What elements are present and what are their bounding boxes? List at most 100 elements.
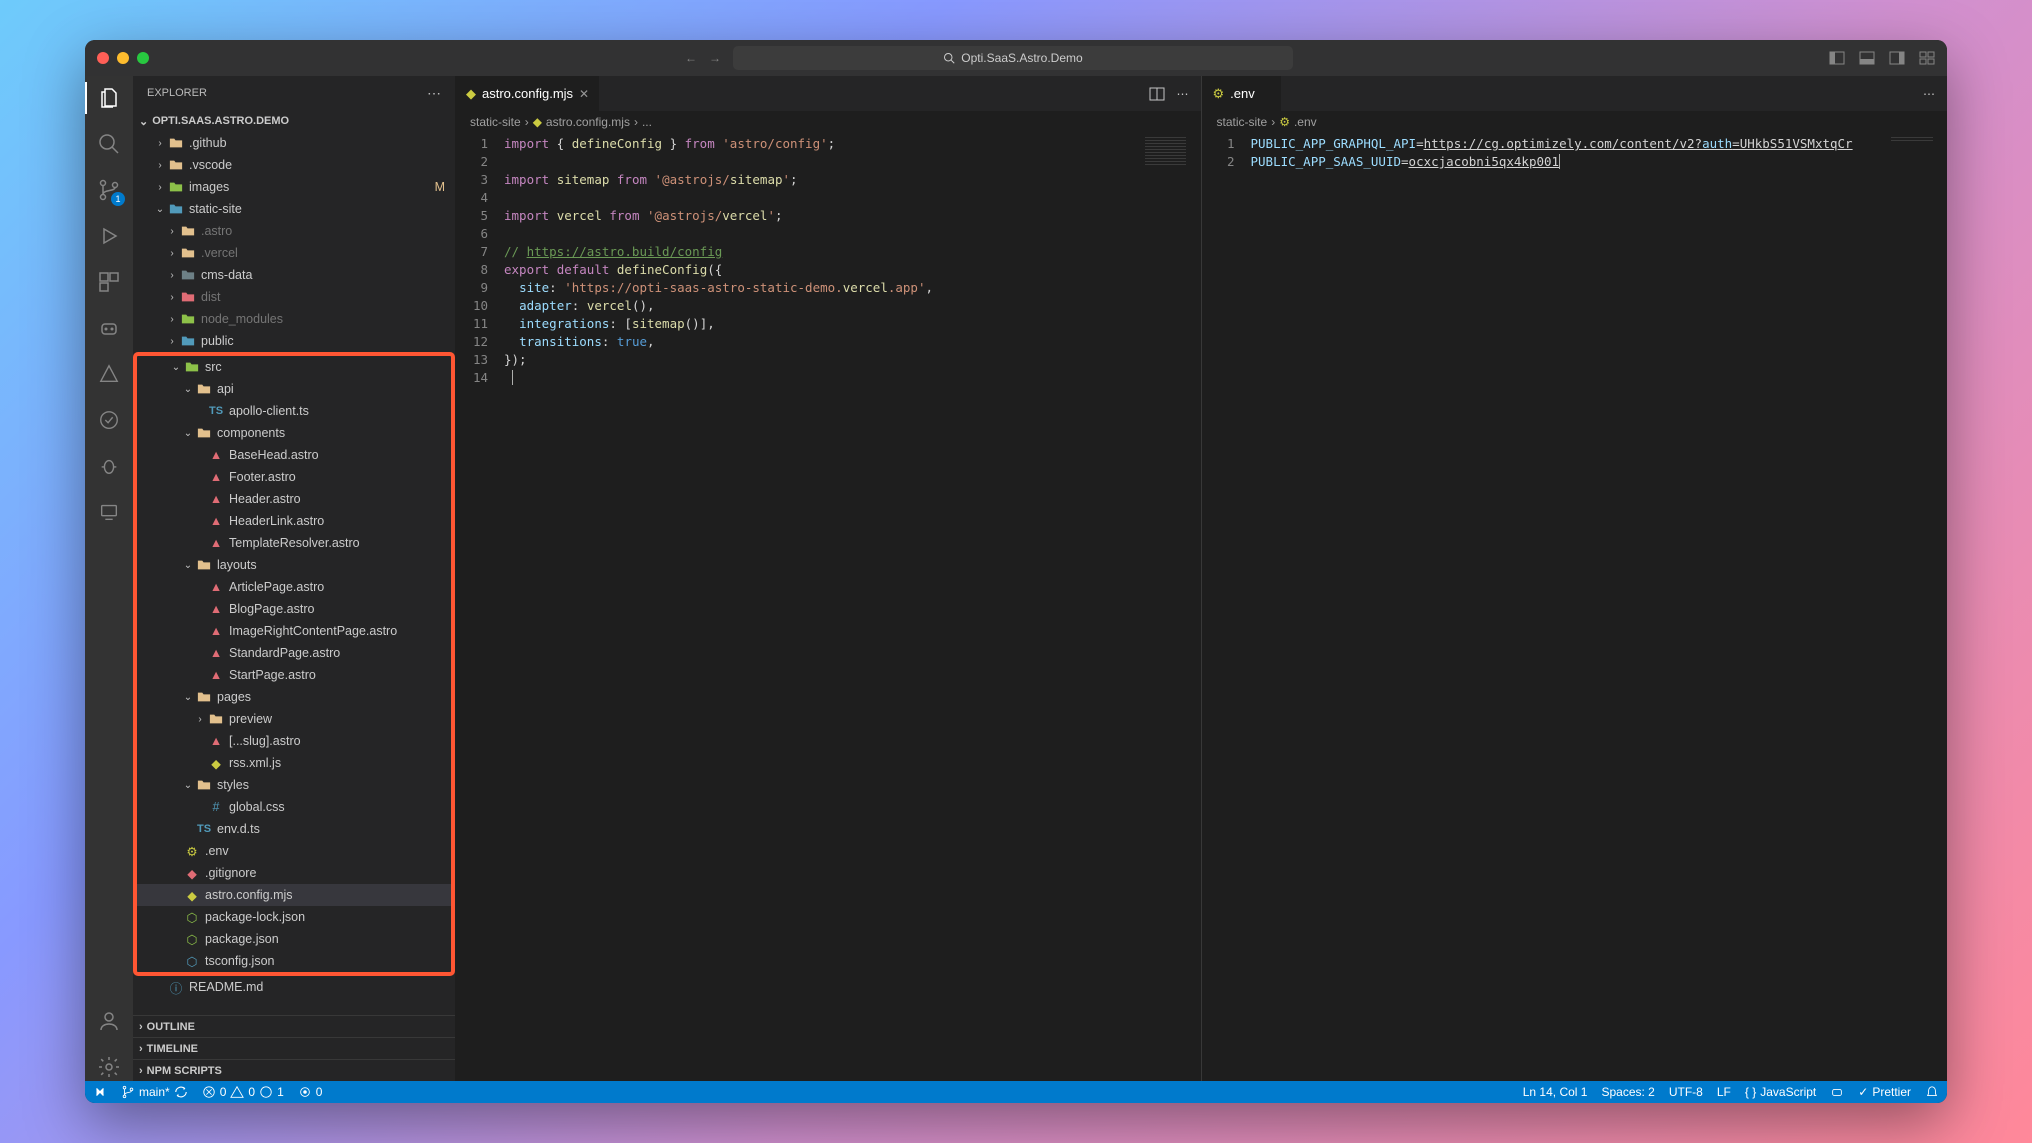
folder-item[interactable]: ⌄components (137, 422, 451, 444)
accounts-activity[interactable] (95, 1007, 123, 1035)
outline-section[interactable]: › OUTLINE (133, 1015, 455, 1037)
notifications[interactable] (1925, 1085, 1939, 1099)
folder-item[interactable]: ›public (133, 330, 455, 352)
file-item[interactable]: TSenv.d.ts (137, 818, 451, 840)
prettier-status[interactable]: ✓ Prettier (1858, 1085, 1911, 1099)
close-window[interactable] (97, 52, 109, 64)
folder-item[interactable]: ⌄static-site (133, 198, 455, 220)
layout-sidebar-right-icon[interactable] (1889, 50, 1905, 66)
file-item[interactable]: ◆astro.config.mjs (137, 884, 451, 906)
folder-item[interactable]: ›dist (133, 286, 455, 308)
code-editor-right[interactable]: 12 PUBLIC_APP_GRAPHQL_API=https://cg.opt… (1203, 133, 1948, 1081)
file-item[interactable]: ▲Header.astro (137, 488, 451, 510)
layout-panel-icon[interactable] (1859, 50, 1875, 66)
check-circle-icon (98, 409, 120, 431)
bug-activity[interactable] (95, 452, 123, 480)
folder-item[interactable]: ›preview (137, 708, 451, 730)
sidebar: EXPLORER ⋯ ⌄ OPTI.SAAS.ASTRO.DEMO ›.gith… (133, 76, 455, 1081)
file-item[interactable]: ◆.gitignore (137, 862, 451, 884)
folder-item[interactable]: ›imagesM (133, 176, 455, 198)
chevron-right-icon: › (139, 1065, 143, 1077)
tab-env[interactable]: ⚙ .env ✕ (1203, 76, 1282, 111)
cursor-position[interactable]: Ln 14, Col 1 (1523, 1085, 1588, 1099)
file-item[interactable]: ▲StandardPage.astro (137, 642, 451, 664)
copilot-status[interactable] (1830, 1085, 1844, 1099)
git-branch-icon (121, 1085, 135, 1099)
folder-item[interactable]: ⌄layouts (137, 554, 451, 576)
layout-customize-icon[interactable] (1919, 50, 1935, 66)
folder-item[interactable]: ›.astro (133, 220, 455, 242)
npm-scripts-section[interactable]: › NPM SCRIPTS (133, 1059, 455, 1081)
file-item[interactable]: ⓘREADME.md (133, 976, 455, 998)
file-item[interactable]: ▲Footer.astro (137, 466, 451, 488)
breadcrumb-left[interactable]: static-site› ◆ astro.config.mjs› ... (456, 111, 1201, 133)
code-editor-left[interactable]: 1234567891011121314 import { defineConfi… (456, 133, 1201, 1081)
breadcrumb-right[interactable]: static-site› ⚙ .env (1203, 111, 1948, 133)
folder-item[interactable]: ⌄src (137, 356, 451, 378)
command-center[interactable]: Opti.SaaS.Astro.Demo (733, 46, 1293, 70)
folder-item[interactable]: ›.github (133, 132, 455, 154)
command-center-title: Opti.SaaS.Astro.Demo (961, 51, 1082, 65)
file-item[interactable]: TSapollo-client.ts (137, 400, 451, 422)
file-item[interactable]: ⬡tsconfig.json (137, 950, 451, 972)
copilot-activity[interactable] (95, 314, 123, 342)
folder-item[interactable]: ⌄api (137, 378, 451, 400)
layout-sidebar-left-icon[interactable] (1829, 50, 1845, 66)
maximize-window[interactable] (137, 52, 149, 64)
file-item[interactable]: ◆rss.xml.js (137, 752, 451, 774)
file-item[interactable]: #global.css (137, 796, 451, 818)
triangle-activity[interactable] (95, 360, 123, 388)
search-activity[interactable] (95, 130, 123, 158)
file-item[interactable]: ▲StartPage.astro (137, 664, 451, 686)
close-icon[interactable]: ✕ (579, 87, 589, 101)
problems[interactable]: 0 0 1 (202, 1085, 284, 1099)
minimap[interactable] (1141, 133, 1201, 1081)
timeline-section[interactable]: › TIMELINE (133, 1037, 455, 1059)
file-item[interactable]: ▲BlogPage.astro (137, 598, 451, 620)
file-item[interactable]: ▲HeaderLink.astro (137, 510, 451, 532)
minimap[interactable] (1887, 133, 1947, 1081)
file-item[interactable]: ▲TemplateResolver.astro (137, 532, 451, 554)
file-item[interactable]: ⬡package-lock.json (137, 906, 451, 928)
folder-item[interactable]: ⌄styles (137, 774, 451, 796)
eol[interactable]: LF (1717, 1085, 1731, 1099)
file-item[interactable]: ▲[...slug].astro (137, 730, 451, 752)
nav-back-icon[interactable]: ← (685, 51, 697, 65)
folder-item[interactable]: ›.vscode (133, 154, 455, 176)
file-item[interactable]: ⚙.env (137, 840, 451, 862)
more-icon[interactable]: ⋯ (1177, 87, 1189, 101)
split-editor-icon[interactable] (1149, 86, 1165, 102)
files-icon (97, 86, 121, 110)
file-item[interactable]: ▲ImageRightContentPage.astro (137, 620, 451, 642)
tab-astro-config[interactable]: ◆ astro.config.mjs ✕ (456, 76, 600, 111)
folder-item[interactable]: ›node_modules (133, 308, 455, 330)
error-icon (202, 1085, 216, 1099)
project-header[interactable]: ⌄ OPTI.SAAS.ASTRO.DEMO (133, 110, 455, 132)
code-content[interactable]: PUBLIC_APP_GRAPHQL_API=https://cg.optimi… (1251, 133, 1888, 1081)
run-debug-activity[interactable] (95, 222, 123, 250)
check-activity[interactable] (95, 406, 123, 434)
nav-forward-icon[interactable]: → (709, 51, 721, 65)
minimize-window[interactable] (117, 52, 129, 64)
explorer-activity[interactable] (95, 84, 123, 112)
settings-activity[interactable] (95, 1053, 123, 1081)
language-mode[interactable]: { } JavaScript (1745, 1085, 1816, 1099)
file-item[interactable]: ⬡package.json (137, 928, 451, 950)
folder-item[interactable]: ⌄pages (137, 686, 451, 708)
git-branch[interactable]: main* (121, 1085, 188, 1099)
remote-activity[interactable] (95, 498, 123, 526)
file-item[interactable]: ▲BaseHead.astro (137, 444, 451, 466)
folder-item[interactable]: ›.vercel (133, 242, 455, 264)
sidebar-more-icon[interactable]: ⋯ (427, 85, 441, 102)
extensions-activity[interactable] (95, 268, 123, 296)
folder-item[interactable]: ›cms-data (133, 264, 455, 286)
more-icon[interactable]: ⋯ (1923, 87, 1935, 101)
source-control-activity[interactable]: 1 (95, 176, 123, 204)
indentation[interactable]: Spaces: 2 (1601, 1085, 1654, 1099)
remote-indicator[interactable] (93, 1085, 107, 1099)
encoding[interactable]: UTF-8 (1669, 1085, 1703, 1099)
file-item[interactable]: ▲ArticlePage.astro (137, 576, 451, 598)
ports[interactable]: 0 (298, 1085, 323, 1099)
code-content[interactable]: import { defineConfig } from 'astro/conf… (504, 133, 1141, 1081)
info-icon (259, 1085, 273, 1099)
